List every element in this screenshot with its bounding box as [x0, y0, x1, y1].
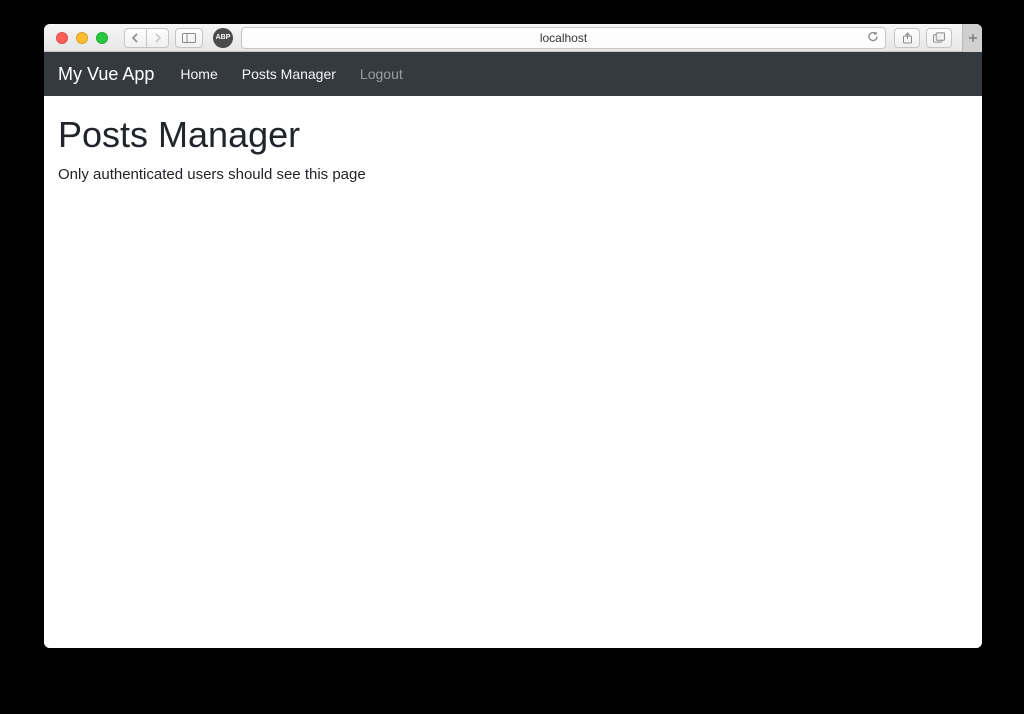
- forward-button[interactable]: [147, 28, 169, 48]
- tabs-button[interactable]: [926, 28, 952, 48]
- fullscreen-window-button[interactable]: [96, 32, 108, 44]
- back-button[interactable]: [124, 28, 147, 48]
- close-window-button[interactable]: [56, 32, 68, 44]
- address-bar[interactable]: localhost: [241, 27, 886, 49]
- share-button[interactable]: [894, 28, 920, 48]
- page-title: Posts Manager: [58, 114, 968, 156]
- titlebar: ABP localhost: [44, 24, 982, 52]
- browser-window: ABP localhost My Vue App Home Posts Mana…: [44, 24, 982, 648]
- nav-back-forward: [124, 28, 169, 48]
- nav-link-posts-manager[interactable]: Posts Manager: [234, 66, 344, 82]
- window-controls: [56, 32, 108, 44]
- minimize-window-button[interactable]: [76, 32, 88, 44]
- nav-link-logout[interactable]: Logout: [352, 66, 411, 82]
- reload-icon[interactable]: [867, 30, 879, 45]
- nav-link-home[interactable]: Home: [172, 66, 225, 82]
- page-subtitle: Only authenticated users should see this…: [58, 166, 968, 183]
- sidebar-toggle-button[interactable]: [175, 28, 203, 48]
- page-content: Posts Manager Only authenticated users s…: [44, 96, 982, 648]
- address-text: localhost: [540, 31, 587, 45]
- new-tab-button[interactable]: [962, 24, 982, 52]
- adblock-icon[interactable]: ABP: [213, 28, 233, 48]
- navbar-brand[interactable]: My Vue App: [58, 64, 154, 85]
- app-navbar: My Vue App Home Posts Manager Logout: [44, 52, 982, 96]
